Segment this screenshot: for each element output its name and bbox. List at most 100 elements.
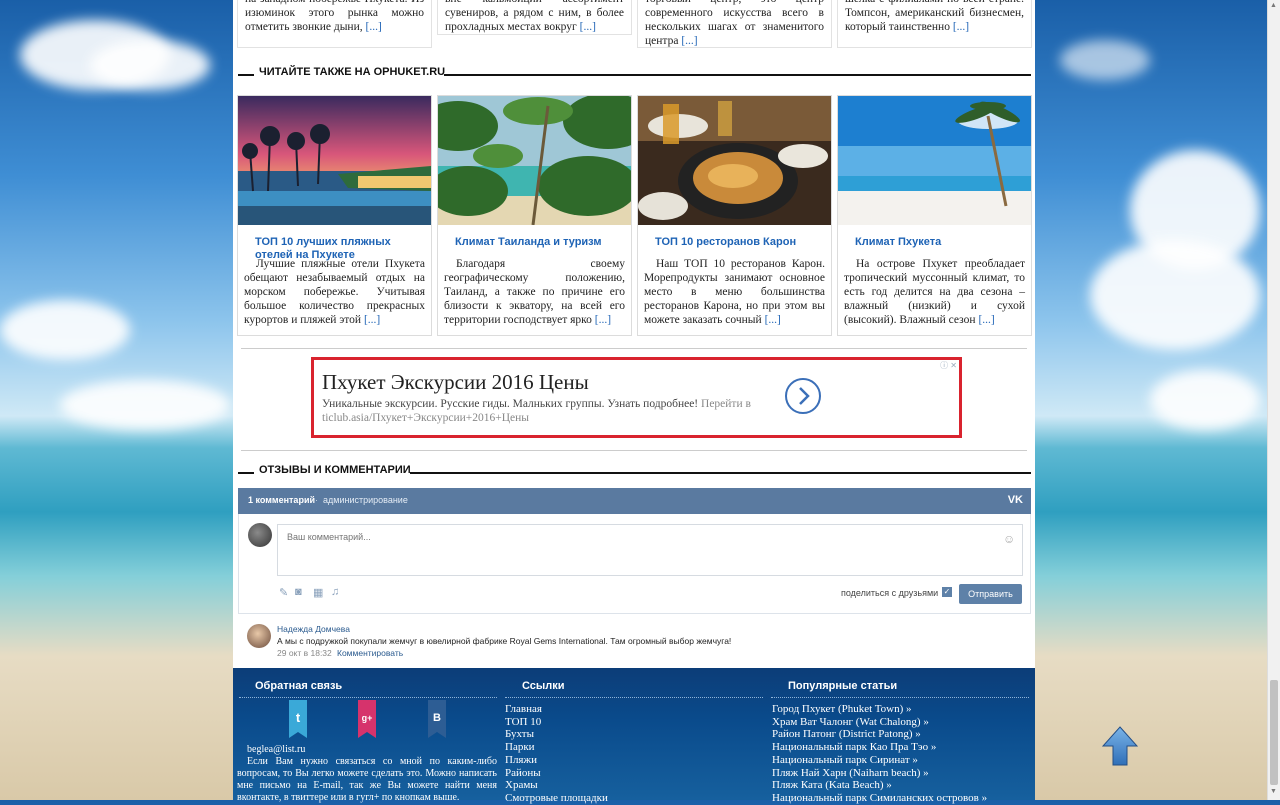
tropical-beach-image[interactable] bbox=[438, 96, 631, 225]
hotel-pool-image[interactable] bbox=[238, 96, 431, 225]
article-snippet: вне кальмбиции ассортимент сувениров, а … bbox=[437, 0, 632, 35]
article-card[interactable]: ТОП 10 лучших пляжных отелей на Пхукете … bbox=[237, 95, 432, 336]
vk-logo-icon[interactable]: VK bbox=[1008, 494, 1023, 506]
arrow-up-icon bbox=[1101, 726, 1139, 766]
divider bbox=[241, 450, 1027, 451]
comment-count: 1 комментарий bbox=[248, 495, 316, 505]
google-plus-icon: g+ bbox=[358, 700, 376, 738]
popular-link[interactable]: Пляж Най Харн (Naiharn beach) » bbox=[772, 767, 987, 780]
twitter-icon: t bbox=[289, 700, 307, 738]
scrollbar-thumb[interactable] bbox=[1270, 680, 1278, 785]
popular-link[interactable]: Национальный парк Сиринат » bbox=[772, 754, 987, 767]
footer-link[interactable]: Бухты bbox=[505, 728, 608, 741]
music-icon[interactable]: ♫ bbox=[331, 586, 339, 598]
site-footer: Обратная связь t g+ B beglea@list.ru Есл… bbox=[233, 668, 1035, 804]
feedback-text: Если Вам нужно связаться со мной по каки… bbox=[237, 756, 497, 803]
popular-link[interactable]: Храм Ват Чалонг (Wat Chalong) » bbox=[772, 716, 987, 729]
footer-link[interactable]: Районы bbox=[505, 767, 608, 780]
comment-input[interactable] bbox=[277, 524, 1023, 576]
footer-link[interactable]: Храмы bbox=[505, 779, 608, 792]
video-icon[interactable]: ▦ bbox=[313, 586, 323, 599]
vk-button[interactable]: B bbox=[428, 700, 446, 738]
reviews-heading: ОТЗЫВЫ И КОММЕНТАРИИ bbox=[238, 462, 1031, 476]
read-more-link[interactable]: [...] bbox=[978, 314, 994, 326]
comment-author[interactable]: Надежда Домчева bbox=[277, 624, 350, 634]
scroll-top-button[interactable] bbox=[1101, 726, 1139, 766]
ad-choices-icon[interactable]: ⓘ ✕ bbox=[940, 360, 957, 371]
footer-links-list: Главная ТОП 10 Бухты Парки Пляжи Районы … bbox=[505, 703, 608, 805]
ad-arrow-button[interactable] bbox=[785, 378, 821, 414]
svg-text:t: t bbox=[296, 710, 301, 725]
snippet-text: торговый центр, это центр современного и… bbox=[645, 0, 824, 47]
read-more-link[interactable]: [...] bbox=[366, 21, 382, 33]
share-checkbox[interactable]: ✓ bbox=[942, 587, 952, 597]
page-scrollbar[interactable]: ▲ ▼ bbox=[1267, 0, 1280, 800]
footer-link[interactable]: Пляжи bbox=[505, 754, 608, 767]
avatar bbox=[248, 523, 272, 547]
article-card[interactable]: Климат Таиланда и туризм Благодаря своем… bbox=[437, 95, 632, 336]
reply-link[interactable]: Комментировать bbox=[337, 648, 403, 658]
svg-text:B: B bbox=[433, 712, 441, 724]
google-plus-button[interactable]: g+ bbox=[358, 700, 376, 738]
footer-link[interactable]: Парки bbox=[505, 741, 608, 754]
ad-title[interactable]: Пхукет Экскурсии 2016 Цены bbox=[322, 370, 589, 395]
card-text: Наш ТОП 10 ресторанов Карон. Морепродукт… bbox=[644, 258, 825, 326]
svg-text:g+: g+ bbox=[362, 713, 373, 723]
brush-icon[interactable]: ✎ bbox=[279, 586, 288, 599]
comment-text: А мы с подружкой покупали жемчуг в ювели… bbox=[277, 636, 732, 646]
card-text: На острове Пхукет преобладает тропически… bbox=[844, 258, 1025, 326]
chevron-right-icon bbox=[799, 387, 810, 405]
feedback-heading: Обратная связь bbox=[255, 680, 343, 692]
emoji-icon[interactable]: ☺ bbox=[1003, 532, 1015, 546]
snippet-text: вне кальмбиции ассортимент сувениров, а … bbox=[445, 0, 624, 33]
card-text: Лучшие пляжные отели Пхукета обещают нез… bbox=[244, 258, 425, 326]
vk-comments-header: 1 комментарий · администрирование VK bbox=[238, 488, 1031, 514]
twitter-button[interactable]: t bbox=[289, 700, 307, 738]
footer-link[interactable]: Главная bbox=[505, 703, 608, 716]
popular-link[interactable]: Район Патонг (District Patong) » bbox=[772, 728, 987, 741]
read-more-link[interactable]: [...] bbox=[765, 314, 781, 326]
card-title[interactable]: Климат Пхукета bbox=[855, 236, 1025, 249]
article-snippet: шелка с филиалами по всей стране. Томпсо… bbox=[837, 0, 1032, 48]
popular-articles-list: Город Пхукет (Phuket Town) » Храм Ват Ча… bbox=[772, 703, 987, 805]
read-also-heading: ЧИТАЙТЕ ТАКЖЕ НА OPHUKET.RU bbox=[238, 64, 1031, 78]
card-text: Благодаря своему географическому положен… bbox=[444, 258, 625, 326]
popular-link[interactable]: Город Пхукет (Phuket Town) » bbox=[772, 703, 987, 716]
read-more-link[interactable]: [...] bbox=[681, 35, 697, 47]
read-more-link[interactable]: [...] bbox=[595, 314, 611, 326]
camera-icon[interactable]: ◙ bbox=[295, 586, 302, 598]
send-button[interactable]: Отправить bbox=[959, 584, 1022, 604]
read-more-link[interactable]: [...] bbox=[580, 21, 596, 33]
popular-link[interactable]: Национальный парк Као Пра Тэо » bbox=[772, 741, 987, 754]
read-more-link[interactable]: [...] bbox=[953, 21, 969, 33]
article-card[interactable]: Климат Пхукета На острове Пхукет преобла… bbox=[837, 95, 1032, 336]
snippet-text: шелка с филиалами по всей стране. Томпсо… bbox=[845, 0, 1024, 33]
ad-banner[interactable]: ⓘ ✕ Пхукет Экскурсии 2016 Цены Уникальны… bbox=[311, 357, 962, 438]
card-title[interactable]: ТОП 10 ресторанов Карон bbox=[655, 236, 825, 249]
divider bbox=[241, 348, 1027, 349]
share-label: поделиться с друзьями bbox=[841, 588, 939, 598]
scroll-down-arrow-icon[interactable]: ▼ bbox=[1270, 788, 1277, 795]
popular-heading: Популярные статьи bbox=[788, 680, 898, 692]
feedback-email[interactable]: beglea@list.ru bbox=[247, 744, 305, 755]
main-content: на западном побережье Пхукета. Из изюмин… bbox=[233, 0, 1035, 668]
scroll-up-arrow-icon[interactable]: ▲ bbox=[1270, 2, 1277, 9]
read-more-link[interactable]: [...] bbox=[364, 314, 380, 326]
section-title: ОТЗЫВЫ И КОММЕНТАРИИ bbox=[259, 464, 411, 476]
card-title[interactable]: Климат Таиланда и туризм bbox=[455, 236, 625, 249]
commenter-avatar[interactable] bbox=[247, 624, 271, 648]
footer-link[interactable]: ТОП 10 bbox=[505, 716, 608, 729]
popular-link[interactable]: Пляж Ката (Kata Beach) » bbox=[772, 779, 987, 792]
snippet-text: на западном побережье Пхукета. Из изюмин… bbox=[245, 0, 424, 33]
article-snippet: торговый центр, это центр современного и… bbox=[637, 0, 832, 48]
palm-beach-image[interactable] bbox=[838, 96, 1031, 225]
restaurant-food-image[interactable] bbox=[638, 96, 831, 225]
article-card[interactable]: ТОП 10 ресторанов Карон Наш ТОП 10 ресто… bbox=[637, 95, 832, 336]
vk-icon: B bbox=[428, 700, 446, 738]
popular-link[interactable]: Национальный парк Симиланских островов » bbox=[772, 792, 987, 805]
links-heading: Ссылки bbox=[522, 680, 565, 692]
admin-link[interactable]: администрирование bbox=[323, 495, 408, 505]
comment-date: 29 окт в 18:32 bbox=[277, 648, 332, 658]
footer-link[interactable]: Смотровые площадки bbox=[505, 792, 608, 805]
article-snippet: на западном побережье Пхукета. Из изюмин… bbox=[237, 0, 432, 48]
